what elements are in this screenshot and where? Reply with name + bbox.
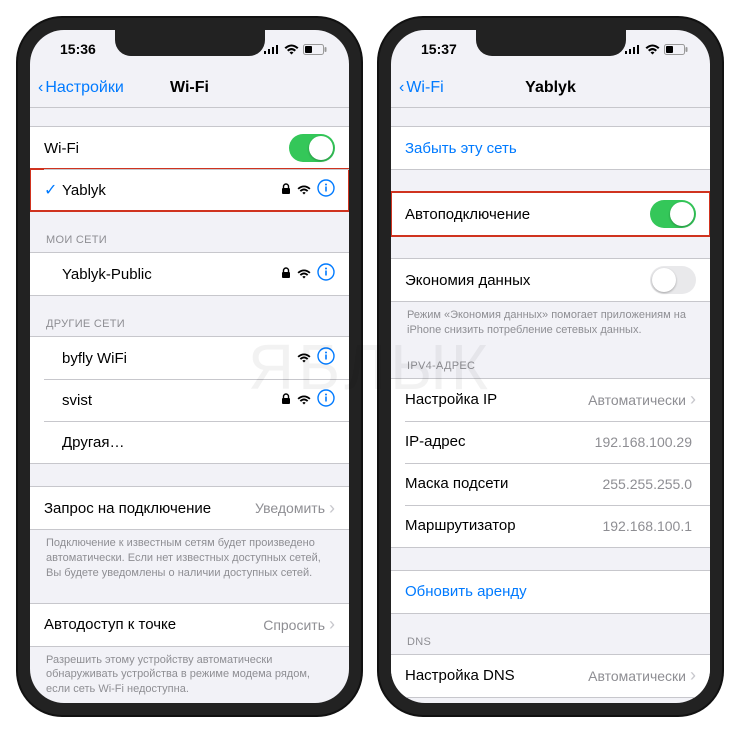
notch	[476, 30, 626, 56]
router-label: Маршрутизатор	[405, 517, 602, 534]
battery-icon	[303, 44, 327, 55]
wifi-status-icon	[284, 44, 299, 55]
auto-hotspot-row[interactable]: Автодоступ к точке Спросить ›	[30, 604, 349, 646]
network-name: svist	[62, 392, 281, 409]
back-label: Настройки	[45, 79, 123, 97]
page-title: Wi-Fi	[170, 79, 209, 97]
lock-icon	[281, 182, 291, 199]
auto-hotspot-label: Автодоступ к точке	[44, 616, 263, 633]
auto-join-row[interactable]: Автоподключение	[391, 193, 710, 235]
status-time: 15:37	[421, 41, 457, 57]
wifi-toggle[interactable]	[289, 134, 335, 162]
phone-right: 15:37 ‹ Wi-Fi Yablyk Забыть эту сеть	[379, 18, 722, 715]
connected-network-row[interactable]: ✓ Yablyk	[30, 169, 349, 211]
info-icon[interactable]	[317, 179, 335, 201]
ask-to-join-footer: Подключение к известным сетям будет прои…	[30, 530, 349, 581]
auto-hotspot-value: Спросить	[263, 617, 325, 633]
dns-header: DNS	[391, 636, 710, 654]
ip-config-value: Автоматически	[588, 392, 686, 408]
nav-bar: ‹ Wi-Fi Yablyk	[391, 68, 710, 108]
auto-join-label: Автоподключение	[405, 206, 650, 223]
network-name: byfly WiFi	[62, 350, 297, 367]
ask-to-join-row[interactable]: Запрос на подключение Уведомить ›	[30, 487, 349, 529]
forget-network-row[interactable]: Забыть эту сеть	[391, 127, 710, 169]
low-data-label: Экономия данных	[405, 272, 650, 289]
renew-lease-label: Обновить аренду	[405, 583, 696, 600]
wifi-label: Wi-Fi	[44, 140, 289, 157]
low-data-footer: Режим «Экономия данных» помогает приложе…	[391, 302, 710, 338]
renew-lease-row[interactable]: Обновить аренду	[391, 571, 710, 613]
chevron-right-icon: ›	[690, 665, 696, 686]
subnet-mask-label: Маска подсети	[405, 475, 602, 492]
router-value: 192.168.100.1	[602, 518, 692, 534]
dns-config-row[interactable]: Настройка DNS Автоматически ›	[391, 655, 710, 697]
subnet-mask-value: 255.255.255.0	[602, 476, 692, 492]
ip-config-label: Настройка IP	[405, 391, 588, 408]
back-button[interactable]: ‹ Wi-Fi	[399, 79, 444, 97]
ipv4-header: IPV4-АДРЕС	[391, 360, 710, 378]
nav-bar: ‹ Настройки Wi-Fi	[30, 68, 349, 108]
low-data-toggle[interactable]	[650, 266, 696, 294]
wifi-toggle-row[interactable]: Wi-Fi	[30, 127, 349, 169]
back-button[interactable]: ‹ Настройки	[38, 79, 124, 97]
page-title: Yablyk	[525, 79, 576, 97]
info-icon[interactable]	[317, 389, 335, 411]
lock-icon	[281, 392, 291, 409]
chevron-right-icon: ›	[690, 389, 696, 410]
low-data-row[interactable]: Экономия данных	[391, 259, 710, 301]
notch	[115, 30, 265, 56]
signal-icon	[625, 44, 641, 54]
battery-icon	[664, 44, 688, 55]
subnet-mask-row: Маска подсети 255.255.255.0	[391, 463, 710, 505]
ip-address-label: IP-адрес	[405, 433, 595, 450]
network-row[interactable]: byfly WiFi	[30, 337, 349, 379]
info-icon[interactable]	[317, 347, 335, 369]
ask-to-join-label: Запрос на подключение	[44, 500, 255, 517]
back-label: Wi-Fi	[406, 79, 443, 97]
wifi-icon	[297, 266, 311, 283]
other-networks-header: ДРУГИЕ СЕТИ	[30, 318, 349, 336]
lock-icon	[281, 266, 291, 283]
phone-left: 15:36 ‹ Настройки Wi-Fi Wi-Fi	[18, 18, 361, 715]
other-network-label: Другая…	[62, 434, 335, 451]
forget-network-label: Забыть эту сеть	[405, 140, 696, 157]
wifi-icon	[297, 392, 311, 409]
network-row[interactable]: Yablyk-Public	[30, 253, 349, 295]
checkmark-icon: ✓	[44, 180, 62, 200]
ip-config-row[interactable]: Настройка IP Автоматически ›	[391, 379, 710, 421]
dns-config-label: Настройка DNS	[405, 667, 588, 684]
router-row: Маршрутизатор 192.168.100.1	[391, 505, 710, 547]
status-time: 15:36	[60, 41, 96, 57]
signal-icon	[264, 44, 280, 54]
network-name: Yablyk-Public	[62, 266, 281, 283]
auto-hotspot-footer: Разрешить этому устройству автоматически…	[30, 647, 349, 698]
wifi-status-icon	[645, 44, 660, 55]
auto-join-toggle[interactable]	[650, 200, 696, 228]
my-networks-header: МОИ СЕТИ	[30, 234, 349, 252]
other-network-row[interactable]: Другая…	[30, 421, 349, 463]
wifi-icon	[297, 350, 311, 367]
ask-to-join-value: Уведомить	[255, 500, 325, 516]
chevron-right-icon: ›	[329, 498, 335, 519]
wifi-icon	[297, 182, 311, 199]
connected-network-name: Yablyk	[62, 182, 281, 199]
info-icon[interactable]	[317, 263, 335, 285]
ip-address-value: 192.168.100.29	[595, 434, 692, 450]
chevron-right-icon: ›	[329, 614, 335, 635]
chevron-left-icon: ‹	[399, 79, 404, 97]
ip-address-row: IP-адрес 192.168.100.29	[391, 421, 710, 463]
dns-config-value: Автоматически	[588, 668, 686, 684]
chevron-left-icon: ‹	[38, 79, 43, 97]
network-row[interactable]: svist	[30, 379, 349, 421]
